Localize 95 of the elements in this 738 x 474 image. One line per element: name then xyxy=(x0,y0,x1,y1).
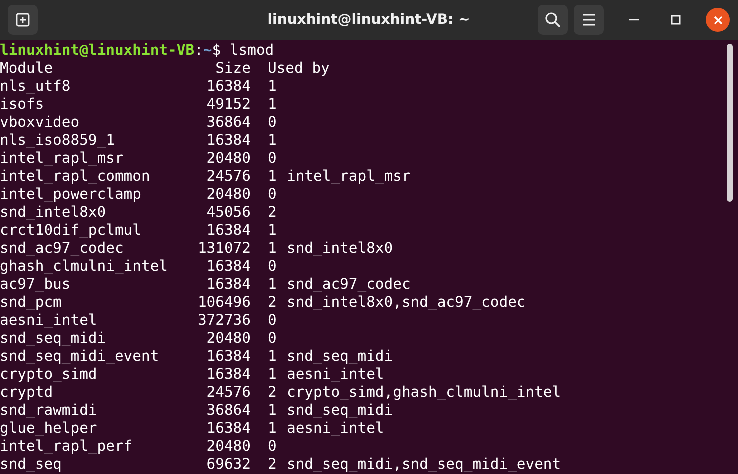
new-tab-icon xyxy=(16,13,30,27)
module-name: nls_iso8859_1 xyxy=(0,132,116,150)
module-size: 372736 xyxy=(196,312,251,330)
search-icon xyxy=(545,12,561,28)
module-size: 69632 xyxy=(206,456,251,474)
used-by-list: crypto_simd,ghash_clmulni_intel xyxy=(287,384,722,402)
use-count: 0 xyxy=(267,114,278,132)
prompt-command: $ lsmod xyxy=(212,42,274,59)
column-header: Size xyxy=(214,60,251,78)
module-size: 20480 xyxy=(206,330,251,348)
use-count: 1 xyxy=(267,276,278,294)
close-icon xyxy=(714,16,722,24)
use-count: 0 xyxy=(267,258,278,276)
module-name: aesni_intel xyxy=(0,312,98,330)
module-size: 36864 xyxy=(206,114,251,132)
module-name: intel_powerclamp xyxy=(0,186,142,204)
module-name: snd_rawmidi xyxy=(0,402,98,420)
used-by-list: snd_seq_midi xyxy=(287,348,722,366)
module-size: 106496 xyxy=(196,294,251,312)
module-size: 16384 xyxy=(206,276,251,294)
module-name: intel_rapl_common xyxy=(0,168,152,186)
use-count: 0 xyxy=(267,330,278,348)
module-name: cryptd xyxy=(0,384,54,402)
search-button[interactable] xyxy=(538,5,568,35)
use-count: 2 xyxy=(267,456,278,474)
used-by-list: aesni_intel xyxy=(287,420,722,438)
column-header: Module xyxy=(0,60,54,78)
module-size: 20480 xyxy=(206,150,251,168)
used-by-list: snd_seq_midi,snd_seq_midi_event xyxy=(287,456,722,474)
module-name: ac97_bus xyxy=(0,276,72,294)
new-tab-button[interactable] xyxy=(8,5,38,35)
module-size: 24576 xyxy=(206,168,251,186)
use-count: 1 xyxy=(267,96,278,114)
module-name: vboxvideo xyxy=(0,114,81,132)
used-by-list: aesni_intel xyxy=(287,366,722,384)
module-size: 16384 xyxy=(206,132,251,150)
module-size: 131072 xyxy=(196,240,251,258)
use-count: 1 xyxy=(267,168,278,186)
module-name: crypto_simd xyxy=(0,366,98,384)
column-header: Used by xyxy=(267,60,331,78)
prompt-path: ~ xyxy=(203,42,212,59)
use-count: 0 xyxy=(267,312,278,330)
menu-icon xyxy=(582,14,596,26)
module-size: 20480 xyxy=(206,438,251,456)
minimize-icon xyxy=(629,19,639,21)
use-count: 1 xyxy=(267,348,278,366)
module-size: 16384 xyxy=(206,258,251,276)
module-name: intel_rapl_perf xyxy=(0,438,134,456)
use-count: 2 xyxy=(267,294,278,312)
use-count: 0 xyxy=(267,150,278,168)
module-size: 16384 xyxy=(206,420,251,438)
module-name: glue_helper xyxy=(0,420,98,438)
module-name: nls_utf8 xyxy=(0,78,72,96)
prompt-user-host: linuxhint@linuxhint-VB xyxy=(0,42,195,59)
module-name: ghash_clmulni_intel xyxy=(0,258,170,276)
close-button[interactable] xyxy=(706,8,730,32)
module-size: 20480 xyxy=(206,186,251,204)
use-count: 2 xyxy=(267,204,278,222)
module-name: crct10dif_pclmul xyxy=(0,222,142,240)
module-name: snd_pcm xyxy=(0,294,63,312)
use-count: 1 xyxy=(267,366,278,384)
use-count: 1 xyxy=(267,222,278,240)
module-name: snd_seq_midi xyxy=(0,330,108,348)
used-by-list: snd_seq_midi xyxy=(287,402,722,420)
module-name: snd_seq_midi_event xyxy=(0,348,160,366)
used-by-list: snd_intel8x0 xyxy=(287,240,722,258)
used-by-list: snd_ac97_codec xyxy=(287,276,722,294)
module-name: snd_seq xyxy=(0,456,63,474)
maximize-icon xyxy=(671,15,681,25)
window-title: linuxhint@linuxhint-VB: ~ xyxy=(268,12,470,28)
scrollbar-thumb[interactable] xyxy=(727,44,733,202)
module-size: 16384 xyxy=(206,366,251,384)
prompt-separator: : xyxy=(194,42,204,59)
module-name: snd_ac97_codec xyxy=(0,240,125,258)
use-count: 1 xyxy=(267,132,278,150)
module-size: 16384 xyxy=(206,78,251,96)
module-size: 45056 xyxy=(206,204,251,222)
use-count: 1 xyxy=(267,420,278,438)
module-size: 36864 xyxy=(206,402,251,420)
menu-button[interactable] xyxy=(574,5,604,35)
module-size: 16384 xyxy=(206,348,251,366)
used-by-list: intel_rapl_msr xyxy=(287,168,722,186)
module-size: 16384 xyxy=(206,222,251,240)
used-by-list: snd_intel8x0,snd_ac97_codec xyxy=(287,294,722,312)
module-size: 49152 xyxy=(206,96,251,114)
use-count: 0 xyxy=(267,186,278,204)
use-count: 0 xyxy=(267,438,278,456)
module-name: snd_intel8x0 xyxy=(0,204,108,222)
module-name: intel_rapl_msr xyxy=(0,150,125,168)
use-count: 1 xyxy=(267,240,278,258)
use-count: 1 xyxy=(267,402,278,420)
module-name: isofs xyxy=(0,96,46,114)
use-count: 2 xyxy=(267,384,278,402)
use-count: 1 xyxy=(267,78,278,96)
module-size: 24576 xyxy=(206,384,251,402)
